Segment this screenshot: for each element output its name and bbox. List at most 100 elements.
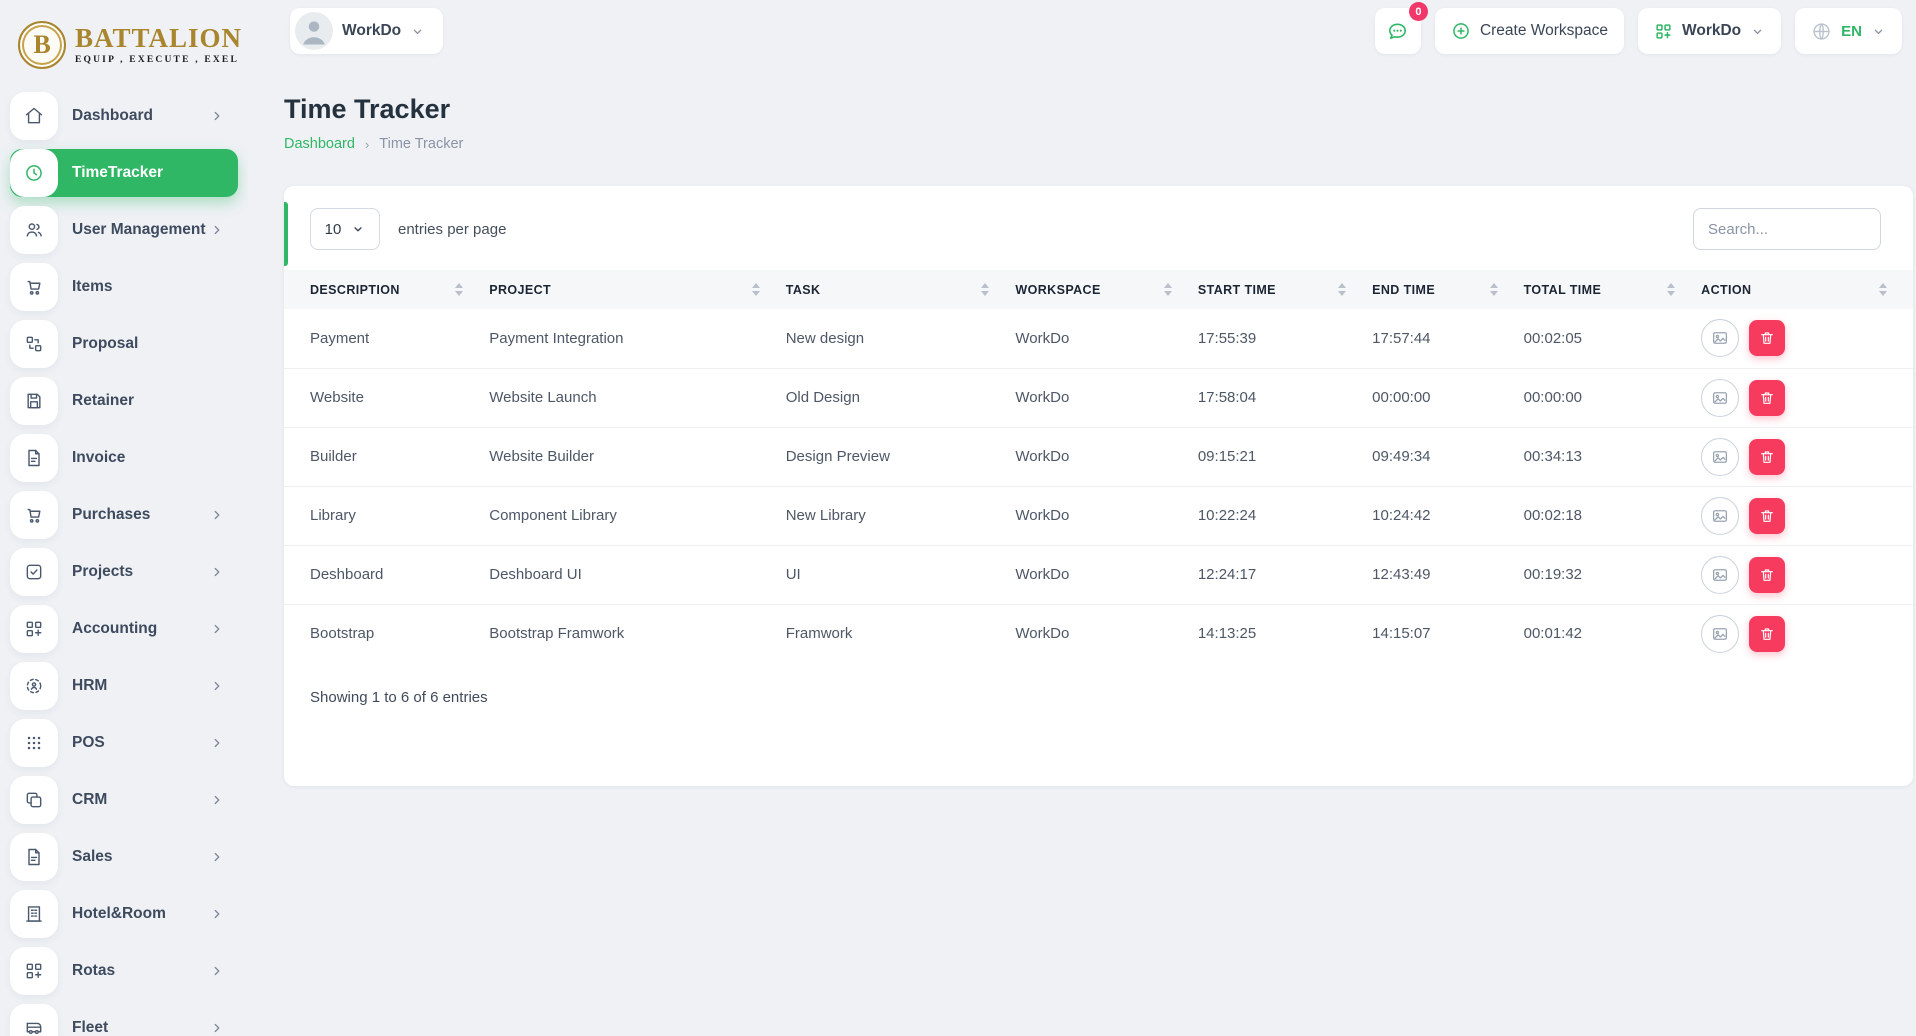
cell-workspace: WorkDo — [1015, 309, 1197, 368]
messages-badge: 0 — [1409, 2, 1428, 21]
column-header-start-time[interactable]: START TIME — [1198, 270, 1372, 309]
time-tracker-table: DESCRIPTION PROJECT TASK WORKSPACE START… — [284, 270, 1913, 663]
delete-button[interactable] — [1749, 498, 1785, 534]
view-screenshot-button[interactable] — [1701, 497, 1739, 535]
sidebar-item-hrm[interactable]: HRM — [10, 662, 238, 710]
messages-button[interactable]: 0 — [1375, 8, 1421, 54]
breadcrumb-dashboard-link[interactable]: Dashboard — [284, 136, 355, 152]
trash-icon — [1759, 508, 1775, 524]
sidebar-item-accounting[interactable]: Accounting — [10, 605, 238, 653]
vehicle-icon — [10, 1004, 58, 1036]
sidebar-item-pos[interactable]: POS — [10, 719, 238, 767]
sidebar-item-items[interactable]: Items — [10, 263, 238, 311]
sort-icon[interactable] — [1164, 283, 1172, 296]
sidebar-menu: Dashboard TimeTracker User Management It… — [0, 92, 248, 1036]
view-screenshot-button[interactable] — [1701, 438, 1739, 476]
language-selector[interactable]: EN — [1795, 8, 1902, 54]
chevron-right-icon — [210, 109, 224, 123]
sort-icon[interactable] — [1667, 283, 1675, 296]
trash-icon — [1759, 567, 1775, 583]
sort-icon[interactable] — [1338, 283, 1346, 296]
view-screenshot-button[interactable] — [1701, 556, 1739, 594]
cell-end-time: 00:00:00 — [1372, 368, 1523, 427]
sidebar-item-fleet[interactable]: Fleet — [10, 1004, 238, 1036]
entries-per-page-select[interactable]: 10 — [310, 208, 380, 250]
sidebar-item-projects[interactable]: Projects — [10, 548, 238, 596]
image-icon — [1711, 389, 1729, 407]
sort-icon[interactable] — [1879, 283, 1887, 296]
sort-icon[interactable] — [455, 283, 463, 296]
cell-total-time: 00:19:32 — [1524, 545, 1702, 604]
delete-button[interactable] — [1749, 439, 1785, 475]
delete-button[interactable] — [1749, 320, 1785, 356]
brand-tagline: EQUIP , EXECUTE , EXEL — [75, 56, 242, 66]
column-header-task[interactable]: TASK — [786, 270, 1016, 309]
chevron-down-icon — [1871, 24, 1886, 39]
copy-icon — [10, 776, 58, 824]
delete-button[interactable] — [1749, 616, 1785, 652]
cart-icon — [10, 491, 58, 539]
image-icon — [1711, 507, 1729, 525]
cell-end-time: 14:15:07 — [1372, 604, 1523, 663]
cell-project: Website Builder — [489, 427, 785, 486]
workspace-menu-button[interactable]: WorkDo — [1638, 8, 1781, 54]
chevron-right-icon — [210, 964, 224, 978]
sidebar-item-invoice[interactable]: Invoice — [10, 434, 238, 482]
entries-summary: Showing 1 to 6 of 6 entries — [284, 663, 1913, 706]
table-row: Payment Payment Integration New design W… — [284, 309, 1913, 368]
column-header-total-time[interactable]: TOTAL TIME — [1524, 270, 1702, 309]
create-workspace-button[interactable]: Create Workspace — [1435, 8, 1624, 54]
cell-total-time: 00:01:42 — [1524, 604, 1702, 663]
sidebar-item-crm[interactable]: CRM — [10, 776, 238, 824]
breadcrumb-separator-icon: › — [365, 137, 369, 152]
brand-logo: B BATTALION EQUIP , EXECUTE , EXEL — [0, 12, 248, 74]
save-icon — [10, 377, 58, 425]
table-row: Deshboard Deshboard UI UI WorkDo 12:24:1… — [284, 545, 1913, 604]
chevron-right-icon — [210, 622, 224, 636]
check-square-icon — [10, 548, 58, 596]
cell-end-time: 09:49:34 — [1372, 427, 1523, 486]
flow-icon — [10, 320, 58, 368]
chevron-down-icon — [1750, 24, 1765, 39]
sort-icon[interactable] — [1490, 283, 1498, 296]
sidebar-item-dashboard[interactable]: Dashboard — [10, 92, 238, 140]
view-screenshot-button[interactable] — [1701, 379, 1739, 417]
search-input[interactable] — [1693, 208, 1881, 250]
view-screenshot-button[interactable] — [1701, 615, 1739, 653]
cell-task: New Library — [786, 486, 1016, 545]
building-icon — [10, 890, 58, 938]
sidebar-item-hotel-room[interactable]: Hotel&Room — [10, 890, 238, 938]
view-screenshot-button[interactable] — [1701, 319, 1739, 357]
delete-button[interactable] — [1749, 557, 1785, 593]
chevron-down-icon — [410, 24, 425, 39]
cart-icon — [10, 263, 58, 311]
column-header-action[interactable]: ACTION — [1701, 270, 1913, 309]
sort-icon[interactable] — [752, 283, 760, 296]
cell-project: Deshboard UI — [489, 545, 785, 604]
globe-icon — [1811, 21, 1832, 42]
cell-project: Component Library — [489, 486, 785, 545]
cell-project: Website Launch — [489, 368, 785, 427]
sidebar-item-retainer[interactable]: Retainer — [10, 377, 238, 425]
column-header-description[interactable]: DESCRIPTION — [284, 270, 489, 309]
chevron-right-icon — [210, 508, 224, 522]
scan-user-icon — [10, 662, 58, 710]
sidebar-item-purchases[interactable]: Purchases — [10, 491, 238, 539]
sidebar-item-user-management[interactable]: User Management — [10, 206, 238, 254]
sidebar-item-proposal[interactable]: Proposal — [10, 320, 238, 368]
trash-icon — [1759, 626, 1775, 642]
column-header-end-time[interactable]: END TIME — [1372, 270, 1523, 309]
sidebar-item-timetracker[interactable]: TimeTracker — [10, 149, 238, 197]
brand-monogram-icon: B — [18, 21, 66, 69]
sidebar-item-rotas[interactable]: Rotas — [10, 947, 238, 995]
cell-start-time: 09:15:21 — [1198, 427, 1372, 486]
column-header-workspace[interactable]: WORKSPACE — [1015, 270, 1197, 309]
entries-per-page-label: entries per page — [398, 221, 506, 238]
cell-project: Payment Integration — [489, 309, 785, 368]
delete-button[interactable] — [1749, 380, 1785, 416]
column-header-project[interactable]: PROJECT — [489, 270, 785, 309]
workspace-switcher[interactable]: WorkDo — [290, 8, 443, 54]
sort-icon[interactable] — [981, 283, 989, 296]
sidebar-item-sales[interactable]: Sales — [10, 833, 238, 881]
chevron-down-icon — [351, 222, 365, 236]
